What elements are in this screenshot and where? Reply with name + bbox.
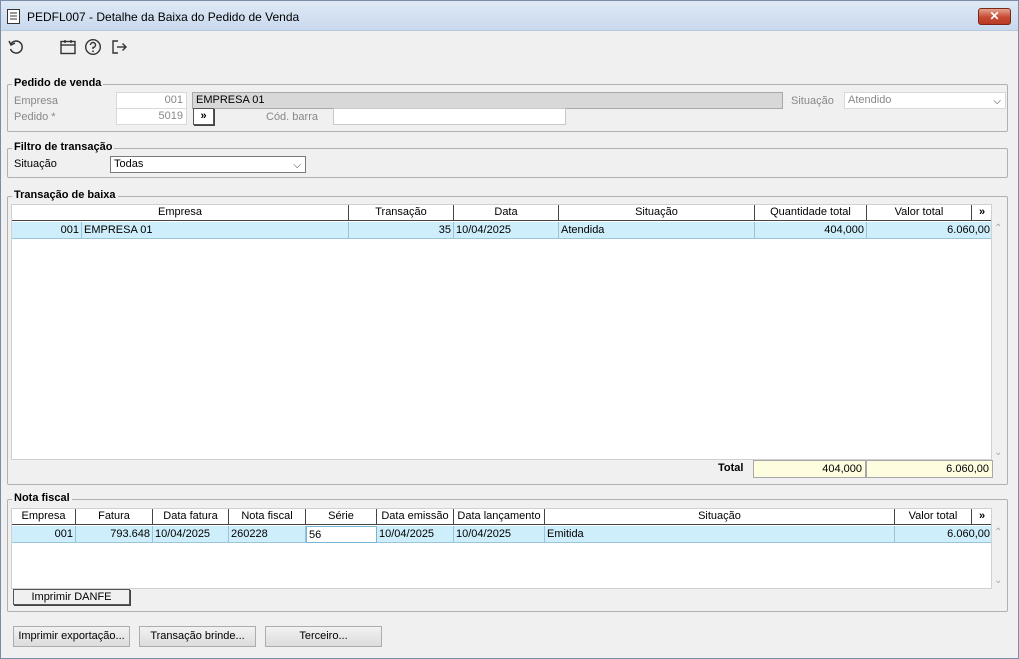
cod-barra-input[interactable] (333, 108, 566, 125)
more-columns-button[interactable]: » (972, 205, 991, 221)
situacao-pedido-label: Situação (791, 95, 834, 107)
more-columns-button[interactable]: » (972, 509, 991, 525)
pedido-label: Pedido * (14, 111, 56, 123)
scroll-down-icon[interactable]: ⌄ (994, 447, 1002, 458)
col-header-serie[interactable]: Série (306, 509, 377, 525)
col-header-valor[interactable]: Valor total (867, 205, 972, 221)
cell-valor: 6.060,00 (867, 222, 991, 239)
cell-data-lancamento: 10/04/2025 (454, 526, 545, 543)
col-header-empresa[interactable]: Empresa (12, 509, 76, 525)
col-header-data-lancamento[interactable]: Data lançamento (454, 509, 545, 525)
col-header-data-fatura[interactable]: Data fatura (153, 509, 229, 525)
title-bar: PEDFL007 - Detalhe da Baixa do Pedido de… (1, 1, 1018, 31)
col-header-transacao[interactable]: Transação (349, 205, 454, 221)
cell-nota-fiscal: 260228 (229, 526, 306, 543)
cell-fatura: 793.648 (76, 526, 153, 543)
refresh-icon[interactable] (7, 38, 25, 56)
cell-situacao: Atendida (559, 222, 755, 239)
situacao-pedido-select[interactable]: Atendido ⌵ (844, 92, 1006, 109)
pedido-lookup-button[interactable]: » (193, 108, 214, 125)
transacao-brinde-button[interactable]: Transação brinde... (139, 626, 256, 647)
col-header-data[interactable]: Data (454, 205, 559, 221)
document-icon (7, 9, 20, 24)
cell-empresa-code: 001 (12, 222, 82, 239)
cell-quantidade: 404,000 (755, 222, 867, 239)
exit-icon[interactable] (110, 38, 128, 56)
calendar-icon[interactable] (59, 38, 77, 56)
empresa-name-field: EMPRESA 01 (192, 92, 783, 109)
col-header-empresa[interactable]: Empresa (12, 205, 349, 221)
col-header-quantidade[interactable]: Quantidade total (755, 205, 867, 221)
scroll-down-icon[interactable]: ⌄ (994, 575, 1002, 586)
chevron-down-icon: ⌵ (293, 160, 301, 171)
toolbar (1, 32, 1018, 62)
scroll-up-icon[interactable]: ⌃ (994, 527, 1002, 538)
filtro-situacao-label: Situação (14, 158, 57, 170)
chevron-down-icon: ⌵ (993, 96, 1001, 107)
main-window: PEDFL007 - Detalhe da Baixa do Pedido de… (0, 0, 1019, 659)
total-label: Total (718, 462, 744, 474)
cell-data-fatura: 10/04/2025 (153, 526, 229, 543)
cell-valor: 6.060,00 (895, 526, 991, 543)
situacao-pedido-value: Atendido (848, 94, 892, 106)
nota-fiscal-grid: Empresa Fatura Data fatura Nota fiscal S… (11, 508, 992, 589)
empresa-label: Empresa (14, 95, 59, 107)
cell-data-emissao: 10/04/2025 (377, 526, 454, 543)
cell-empresa: 001 (12, 526, 76, 543)
cell-data: 10/04/2025 (454, 222, 559, 239)
close-button[interactable]: ✕ (978, 8, 1011, 25)
total-quantidade: 404,000 (753, 460, 866, 478)
terceiro-button[interactable]: Terceiro... (265, 626, 382, 647)
col-header-situacao[interactable]: Situação (559, 205, 755, 221)
cod-barra-label: Cód. barra (266, 111, 318, 123)
help-icon[interactable] (84, 38, 102, 56)
cell-situacao: Emitida (545, 526, 895, 543)
total-valor: 6.060,00 (866, 460, 993, 478)
nota-legend: Nota fiscal (12, 492, 72, 504)
filtro-situacao-select[interactable]: Todas ⌵ (110, 156, 306, 173)
col-header-situacao[interactable]: Situação (545, 509, 895, 525)
col-header-valor[interactable]: Valor total (895, 509, 972, 525)
pedido-legend: Pedido de venda (12, 77, 104, 89)
pedido-field[interactable]: 5019 (116, 108, 187, 125)
cell-transacao: 35 (349, 222, 454, 239)
empresa-code-field[interactable]: 001 (116, 92, 187, 109)
transacao-grid: Empresa Transação Data Situação Quantida… (11, 204, 992, 460)
col-header-nota-fiscal[interactable]: Nota fiscal (229, 509, 306, 525)
imprimir-exportacao-button[interactable]: Imprimir exportação... (13, 626, 130, 647)
filtro-situacao-value: Todas (114, 158, 144, 170)
imprimir-danfe-button[interactable]: Imprimir DANFE (13, 589, 130, 605)
col-header-data-emissao[interactable]: Data emissão (377, 509, 454, 525)
window-title: PEDFL007 - Detalhe da Baixa do Pedido de… (27, 10, 300, 24)
transacao-legend: Transação de baixa (12, 189, 118, 201)
cell-empresa-name: EMPRESA 01 (82, 222, 349, 239)
scroll-up-icon[interactable]: ⌃ (994, 223, 1002, 234)
filtro-legend: Filtro de transação (12, 141, 115, 153)
col-header-fatura[interactable]: Fatura (76, 509, 153, 525)
cell-serie[interactable]: 56 (306, 526, 377, 543)
